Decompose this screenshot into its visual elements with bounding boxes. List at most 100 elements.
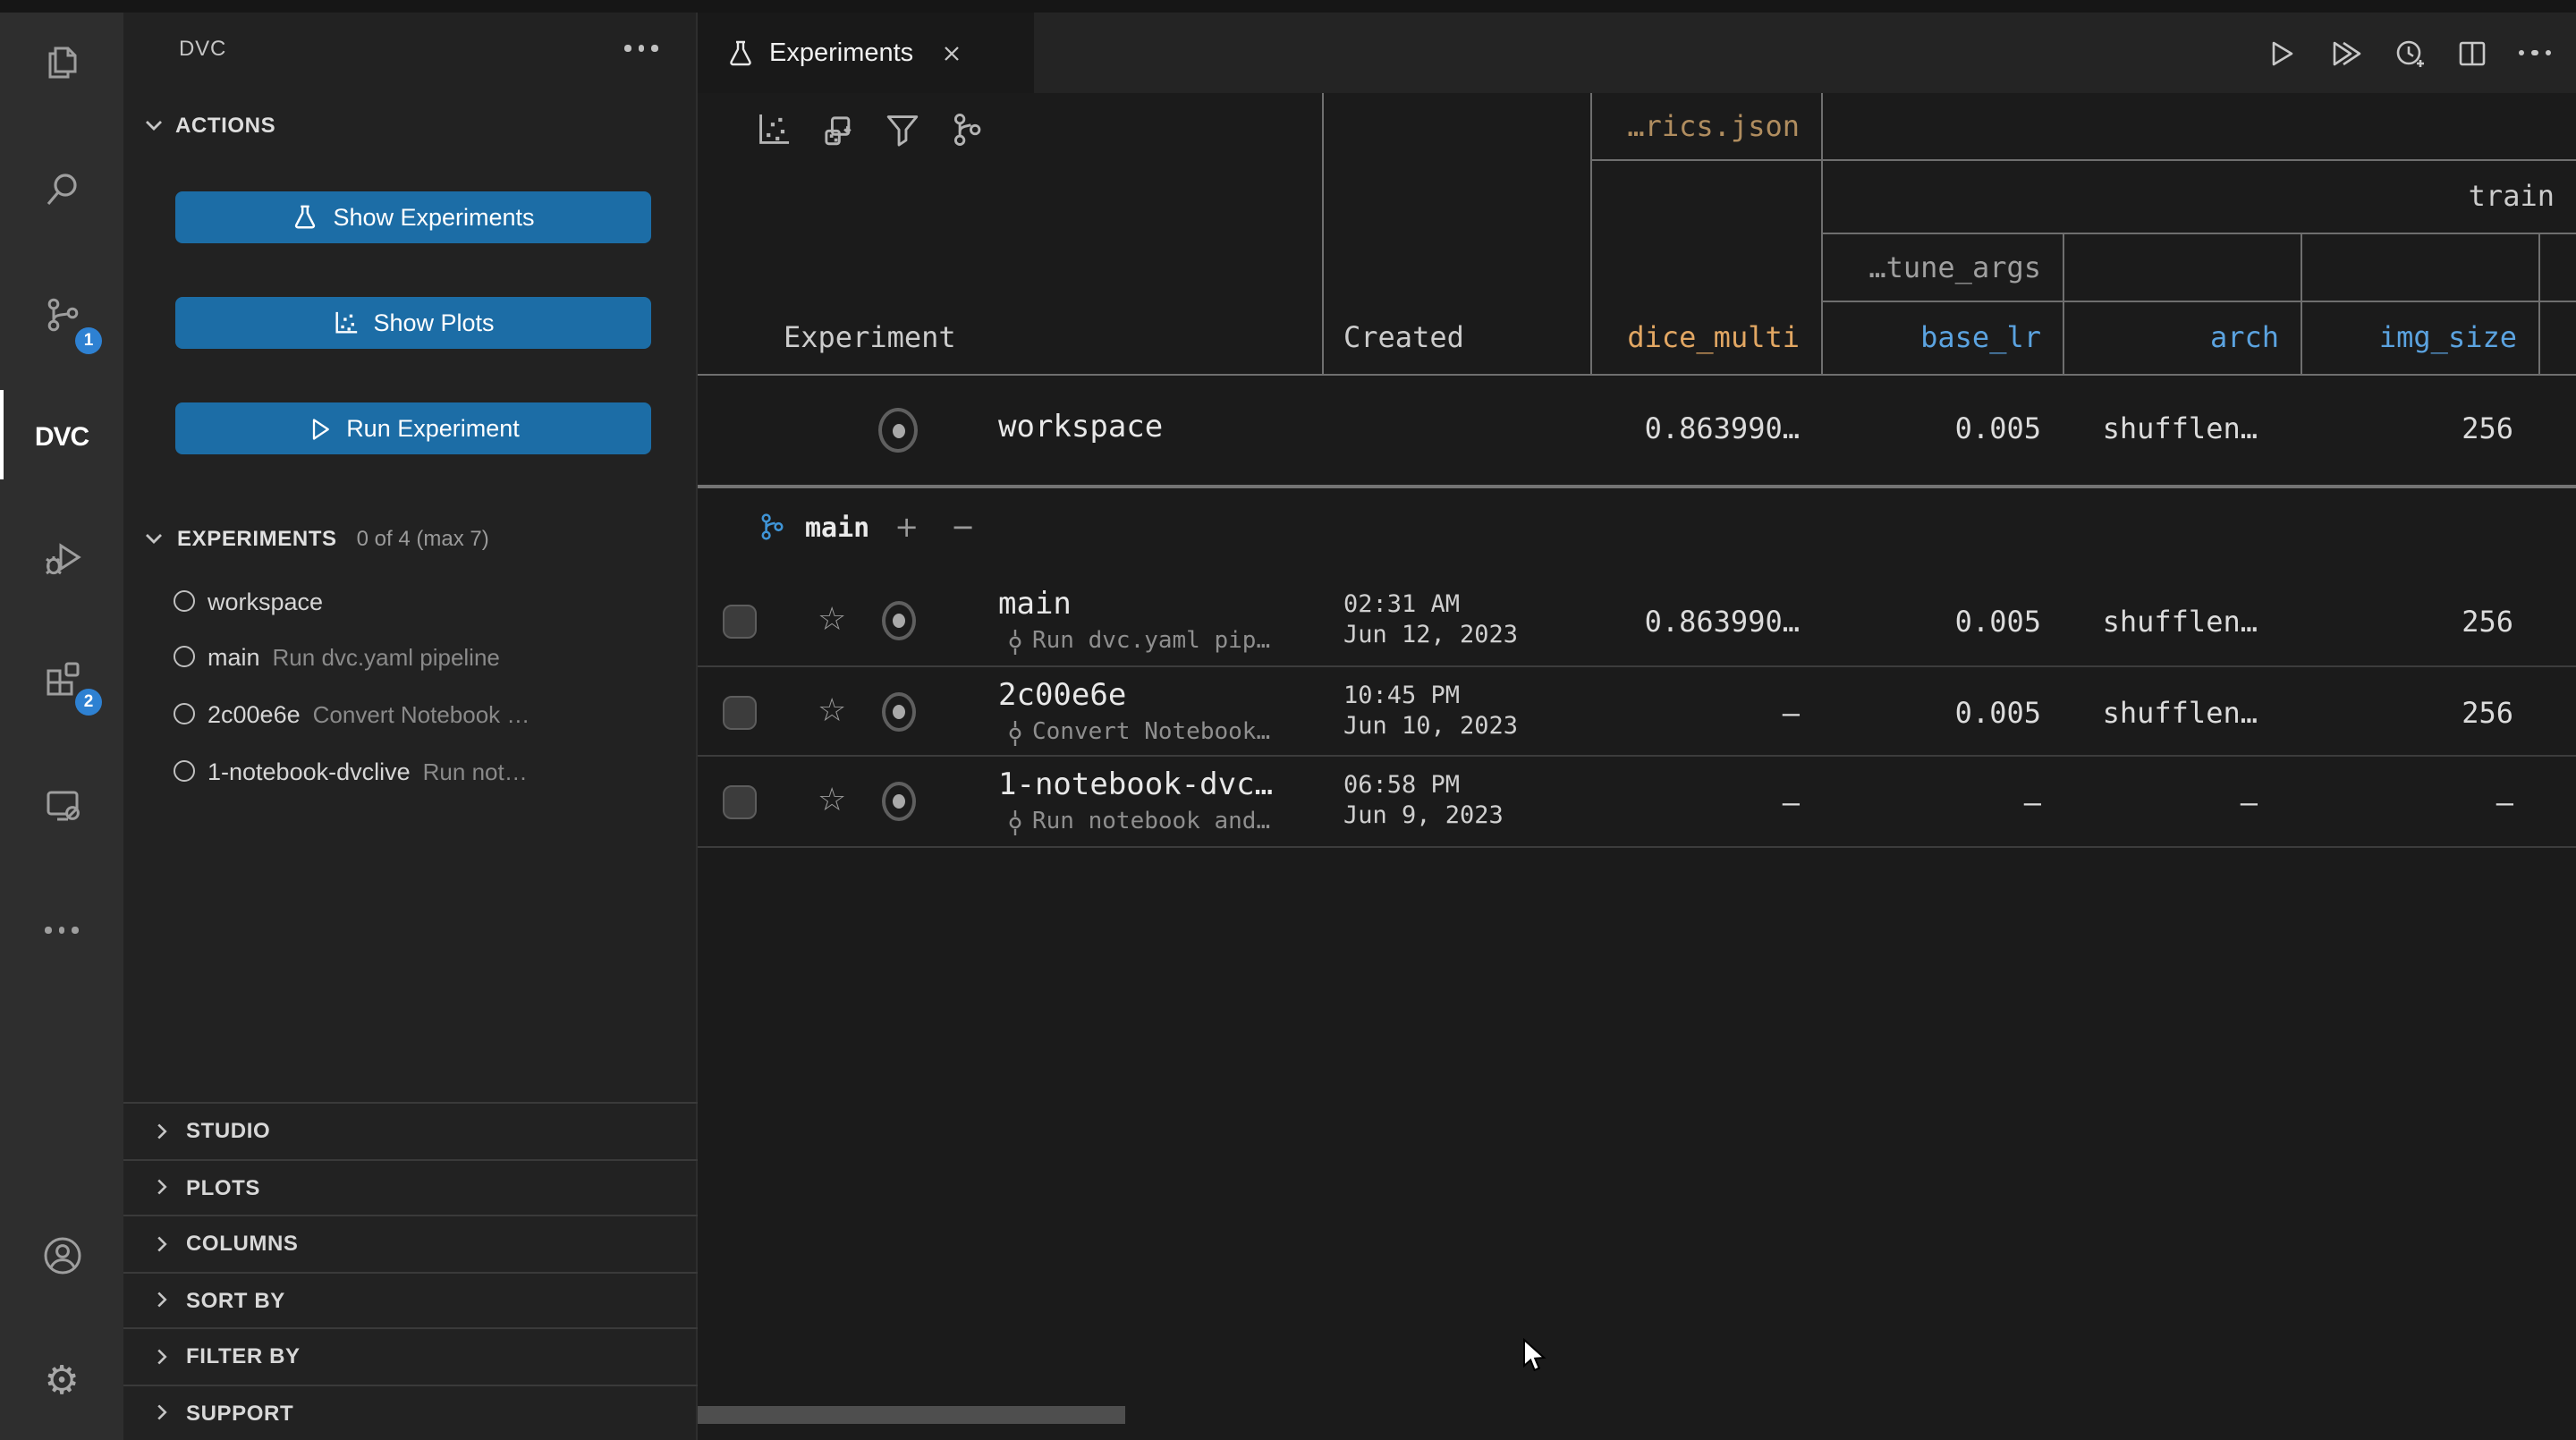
- run-experiment-button[interactable]: Run Experiment: [175, 402, 651, 454]
- commit-icon: [1005, 629, 1025, 654]
- extensions-badge: 2: [75, 689, 102, 716]
- section-label: SORT BY: [186, 1288, 285, 1313]
- remote-explorer-icon[interactable]: [0, 762, 123, 848]
- dice-value: –: [1531, 785, 1800, 819]
- img-size-value: 256: [2245, 411, 2513, 445]
- column-group-tune-args[interactable]: …tune_args: [1821, 233, 2041, 301]
- tree-item-workspace[interactable]: workspace: [174, 581, 323, 621]
- git-branch-icon[interactable]: [948, 111, 986, 148]
- account-icon[interactable]: [0, 1213, 123, 1299]
- img-size-value: 256: [2245, 696, 2513, 730]
- tree-item-main[interactable]: main Run dvc.yaml pipeline: [174, 637, 500, 676]
- chevron-right-icon: [148, 1118, 175, 1145]
- chevron-right-icon: [148, 1174, 175, 1201]
- chevron-down-icon: [140, 524, 168, 553]
- star-icon[interactable]: ☆: [818, 785, 846, 817]
- row-checkbox[interactable]: [723, 605, 757, 639]
- section-label: STUDIO: [186, 1119, 270, 1144]
- dvc-logo: DVC: [35, 421, 89, 452]
- star-icon[interactable]: ☆: [818, 605, 846, 637]
- created-time: 06:58 PM: [1343, 771, 1504, 801]
- column-group-metrics-json[interactable]: …rics.json: [1590, 93, 1800, 159]
- split-editor-icon[interactable]: [2455, 37, 2487, 69]
- tree-item-2c00e6e[interactable]: 2c00e6e Convert Notebook …: [174, 694, 530, 733]
- arch-value: –: [1989, 785, 2258, 819]
- experiments-section-header[interactable]: EXPERIMENTS 0 of 4 (max 7): [140, 524, 489, 553]
- vscode-window: 1 DVC 2: [0, 0, 2576, 1440]
- tree-item-desc: Run not…: [423, 758, 528, 784]
- circle-outline-icon: [174, 646, 195, 667]
- chevron-right-icon: [148, 1231, 175, 1258]
- more-actions-icon[interactable]: [2518, 50, 2551, 56]
- section-support[interactable]: SUPPORT: [123, 1384, 698, 1440]
- arch-value: shufflen…: [1989, 605, 2258, 639]
- filter-icon[interactable]: [884, 111, 921, 148]
- star-icon[interactable]: ☆: [818, 696, 846, 728]
- run-debug-icon[interactable]: [0, 515, 123, 601]
- add-branch-button[interactable]: +: [887, 510, 926, 544]
- column-header-arch[interactable]: arch: [2063, 301, 2279, 374]
- branch-row: main + −: [757, 510, 982, 544]
- experiments-section-label: EXPERIMENTS: [177, 526, 337, 551]
- row-checkbox[interactable]: [723, 696, 757, 730]
- experiment-name: main: [998, 587, 1072, 623]
- show-experiments-button[interactable]: Show Experiments: [175, 191, 651, 243]
- queue-history-icon[interactable]: [2393, 37, 2425, 69]
- section-columns[interactable]: COLUMNS: [123, 1215, 698, 1271]
- column-header-experiment[interactable]: Experiment: [784, 301, 1284, 374]
- actions-section-header[interactable]: ACTIONS: [140, 111, 275, 140]
- run-all-icon[interactable]: [2326, 37, 2362, 69]
- source-control-icon[interactable]: 1: [0, 272, 123, 358]
- close-icon[interactable]: [938, 40, 963, 65]
- explorer-icon[interactable]: [0, 20, 123, 106]
- move-columns-icon[interactable]: [819, 111, 857, 148]
- img-size-value: 256: [2245, 605, 2513, 639]
- beaker-icon: [292, 204, 318, 231]
- section-filter-by[interactable]: FILTER BY: [123, 1327, 698, 1384]
- show-plots-label: Show Plots: [373, 309, 494, 336]
- show-experiments-label: Show Experiments: [333, 204, 534, 231]
- dvc-view-icon[interactable]: DVC: [0, 394, 123, 479]
- tree-item-label: workspace: [208, 588, 323, 614]
- experiment-name: 2c00e6e: [998, 678, 1126, 714]
- horizontal-scrollbar[interactable]: [698, 1406, 1125, 1424]
- run-icon[interactable]: [2264, 37, 2296, 69]
- play-icon: [307, 416, 332, 441]
- section-sort-by[interactable]: SORT BY: [123, 1271, 698, 1327]
- circle-outline-icon: [174, 760, 195, 782]
- sidebar-title: DVC: [179, 36, 226, 61]
- section-label: FILTER BY: [186, 1344, 301, 1369]
- section-studio[interactable]: STUDIO: [123, 1102, 698, 1158]
- chevron-right-icon: [148, 1287, 175, 1314]
- experiments-toolbar: [755, 111, 986, 148]
- more-views-icon[interactable]: [0, 887, 123, 973]
- section-label: PLOTS: [186, 1175, 260, 1200]
- created-cell: 02:31 AM Jun 12, 2023: [1343, 590, 1518, 651]
- row-bullet-icon: [882, 692, 916, 732]
- arch-value: shufflen…: [1989, 411, 2258, 445]
- column-header-created[interactable]: Created: [1343, 301, 1576, 374]
- tree-item-1-notebook-dvclive[interactable]: 1-notebook-dvclive Run not…: [174, 751, 528, 791]
- window-top-strip: [0, 0, 2576, 13]
- arch-value: shufflen…: [1989, 696, 2258, 730]
- column-header-base-lr[interactable]: base_lr: [1821, 301, 2041, 374]
- column-header-img-size[interactable]: img_size: [2301, 301, 2517, 374]
- row-bullet-icon: [882, 782, 916, 821]
- sidebar-more-actions-icon[interactable]: [624, 45, 657, 51]
- tab-experiments[interactable]: Experiments: [698, 13, 1034, 93]
- search-icon[interactable]: [0, 147, 123, 233]
- dice-value: –: [1531, 696, 1800, 730]
- extensions-icon[interactable]: 2: [0, 633, 123, 719]
- section-plots[interactable]: PLOTS: [123, 1158, 698, 1215]
- row-checkbox[interactable]: [723, 785, 757, 819]
- tree-item-desc: Run dvc.yaml pipeline: [273, 643, 500, 670]
- column-header-dice-multi[interactable]: dice_multi: [1590, 301, 1800, 374]
- remove-branch-button[interactable]: −: [944, 510, 982, 544]
- row-separator: [698, 665, 2576, 667]
- scatter-plot-icon[interactable]: [755, 111, 792, 148]
- settings-gear-icon[interactable]: ⚙: [0, 1338, 123, 1424]
- column-group-train[interactable]: train: [1821, 159, 2555, 233]
- row-separator: [698, 846, 2576, 848]
- show-plots-button[interactable]: Show Plots: [175, 297, 651, 349]
- created-cell: 06:58 PM Jun 9, 2023: [1343, 771, 1504, 832]
